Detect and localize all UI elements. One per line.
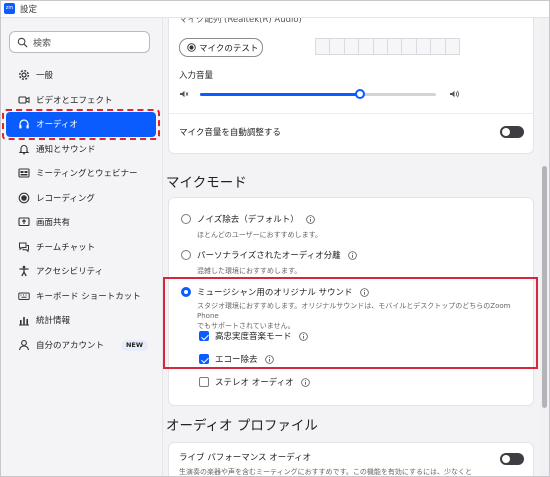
- info-icon[interactable]: [298, 331, 308, 341]
- sidebar-item-general[interactable]: 一般: [6, 63, 156, 88]
- microphone-select[interactable]: マイク配列 (Realtek(R) Audio): [179, 18, 499, 31]
- live-performance-description: 生演奏の楽器や声を含むミーティングにおすすめです。この機能を有効にするには、少な…: [179, 468, 472, 476]
- noise-suppression-option[interactable]: ノイズ除去（デフォルト）: [181, 213, 315, 225]
- audio-settings-panel: マイク配列 (Realtek(R) Audio) マイクのテスト 入力音量 マイ…: [163, 18, 540, 477]
- sidebar-item-statistics[interactable]: 統計情報: [6, 308, 156, 333]
- zoom-logo-icon: zm: [4, 3, 15, 14]
- keyboard-icon: [17, 289, 30, 302]
- option-description: スタジオ環境におすすめします。オリジナルサウンドは、モバイルとデスクトップのどち…: [197, 301, 527, 331]
- sidebar-item-keyboard-shortcuts[interactable]: キーボード ショートカット: [6, 284, 156, 309]
- headphones-icon: [17, 118, 30, 131]
- screen-share-icon: [17, 216, 30, 229]
- live-performance-toggle[interactable]: [500, 453, 524, 465]
- audio-profile-card: ライブ パフォーマンス オーディオ 生演奏の楽器や声を含むミーティングにおすすめ…: [168, 442, 534, 477]
- microphone-card: マイク配列 (Realtek(R) Audio) マイクのテスト 入力音量 マイ…: [168, 18, 534, 154]
- option-description: 混雑した環境におすすめします。: [197, 267, 302, 275]
- original-sound-option[interactable]: ミュージシャン用のオリジナル サウンド: [181, 286, 369, 298]
- volume-low-icon: [180, 90, 189, 98]
- volume-high-icon: [450, 90, 459, 98]
- option-label: パーソナライズされたオーディオ分離: [197, 251, 341, 261]
- live-performance-label: ライブ パフォーマンス オーディオ: [179, 453, 312, 463]
- sidebar-item-label: レコーディング: [36, 193, 95, 204]
- sidebar-item-label: 統計情報: [36, 316, 71, 327]
- sidebar-item-notifications[interactable]: 通知とサウンド: [6, 137, 156, 162]
- person-icon: [17, 338, 30, 351]
- sidebar-item-label: アクセシビリティ: [36, 267, 104, 278]
- personalized-isolation-radio[interactable]: [181, 250, 191, 260]
- audio-profile-title: オーディオ プロファイル: [166, 418, 318, 434]
- sidebar-item-label: 自分のアカウント: [36, 340, 105, 351]
- input-volume-fill: [200, 93, 361, 96]
- option-label: 高忠実度音楽モード: [215, 332, 292, 342]
- bell-icon: [17, 142, 30, 155]
- hifi-music-mode-checkbox[interactable]: [199, 331, 209, 341]
- title-bar: zm 設定: [0, 0, 550, 18]
- option-label: エコー除去: [215, 355, 258, 365]
- sidebar-item-label: ビデオとエフェクト: [36, 95, 113, 106]
- info-icon[interactable]: [347, 250, 357, 260]
- test-mic-button[interactable]: マイクのテスト: [179, 38, 263, 57]
- video-camera-icon: [17, 93, 30, 106]
- search-placeholder: 検索: [33, 38, 52, 49]
- mic-mode-card: ノイズ除去（デフォルト） ほとんどのユーザーにおすすめします。 パーソナライズさ…: [168, 197, 534, 406]
- sidebar-item-label: ミーティングとウェビナー: [36, 169, 138, 180]
- sidebar-item-recording[interactable]: レコーディング: [6, 186, 156, 211]
- meeting-icon: [17, 167, 30, 180]
- sidebar-item-label: 画面共有: [36, 218, 71, 229]
- statistics-icon: [17, 314, 30, 327]
- option-label: ミュージシャン用のオリジナル サウンド: [197, 288, 353, 298]
- accessibility-icon: [17, 265, 30, 278]
- option-description-line: スタジオ環境におすすめします。オリジナルサウンドは、モバイルとデスクトップのどち…: [197, 302, 511, 320]
- noise-suppression-radio[interactable]: [181, 214, 191, 224]
- mic-mode-title: マイクモード: [166, 175, 247, 191]
- sidebar: 検索 一般 ビデオとエフェクト オーディオ 通知とサウンド ミーティングとウェビ…: [0, 18, 163, 477]
- new-badge: NEW: [120, 339, 148, 351]
- echo-cancellation-checkbox[interactable]: [199, 354, 209, 364]
- gear-icon: [17, 69, 30, 82]
- info-icon[interactable]: [300, 377, 310, 387]
- sidebar-item-accessibility[interactable]: アクセシビリティ: [6, 259, 156, 284]
- sidebar-item-label: 通知とサウンド: [36, 144, 96, 155]
- sidebar-item-label: キーボード ショートカット: [36, 291, 141, 302]
- test-mic-label: マイクのテスト: [199, 43, 259, 54]
- sidebar-item-label: チームチャット: [36, 242, 96, 253]
- search-input[interactable]: 検索: [9, 31, 150, 53]
- search-icon: [17, 37, 28, 48]
- sidebar-item-my-account[interactable]: 自分のアカウント NEW: [6, 333, 156, 358]
- option-description: ほとんどのユーザーにおすすめします。: [197, 231, 322, 239]
- input-level-meter: [315, 38, 461, 55]
- input-volume-label: 入力音量: [179, 71, 214, 81]
- option-label: ステレオ オーディオ: [215, 378, 294, 388]
- divider: [169, 113, 533, 114]
- auto-adjust-label: マイク音量を自動調整する: [179, 128, 281, 138]
- sidebar-item-meetings[interactable]: ミーティングとウェビナー: [6, 161, 156, 186]
- option-label: ノイズ除去（デフォルト）: [197, 215, 299, 225]
- sidebar-nav: 一般 ビデオとエフェクト オーディオ 通知とサウンド ミーティングとウェビナー …: [2, 63, 160, 358]
- sidebar-item-label: オーディオ: [36, 120, 78, 131]
- record-icon: [17, 191, 30, 204]
- info-icon[interactable]: [359, 287, 369, 297]
- sidebar-item-label: 一般: [36, 71, 54, 82]
- stereo-audio-option[interactable]: ステレオ オーディオ: [199, 376, 310, 388]
- echo-cancellation-option[interactable]: エコー除去: [199, 353, 274, 365]
- personalized-isolation-option[interactable]: パーソナライズされたオーディオ分離: [181, 249, 357, 261]
- original-sound-radio[interactable]: [181, 287, 191, 297]
- window-title: 設定: [20, 4, 38, 15]
- hifi-music-mode-option[interactable]: 高忠実度音楽モード: [199, 330, 308, 342]
- auto-adjust-toggle[interactable]: [500, 126, 524, 138]
- record-icon: [187, 43, 196, 52]
- stereo-audio-checkbox[interactable]: [199, 377, 209, 387]
- sidebar-item-screen-share[interactable]: 画面共有: [6, 210, 156, 235]
- input-volume-handle[interactable]: [355, 89, 366, 99]
- sidebar-item-team-chat[interactable]: チームチャット: [6, 235, 156, 260]
- info-icon[interactable]: [264, 354, 274, 364]
- input-volume-slider[interactable]: [200, 89, 436, 99]
- sidebar-item-audio[interactable]: オーディオ: [2, 109, 160, 139]
- info-icon[interactable]: [305, 214, 315, 224]
- scrollbar-thumb[interactable]: [542, 166, 547, 408]
- chat-icon: [17, 240, 30, 253]
